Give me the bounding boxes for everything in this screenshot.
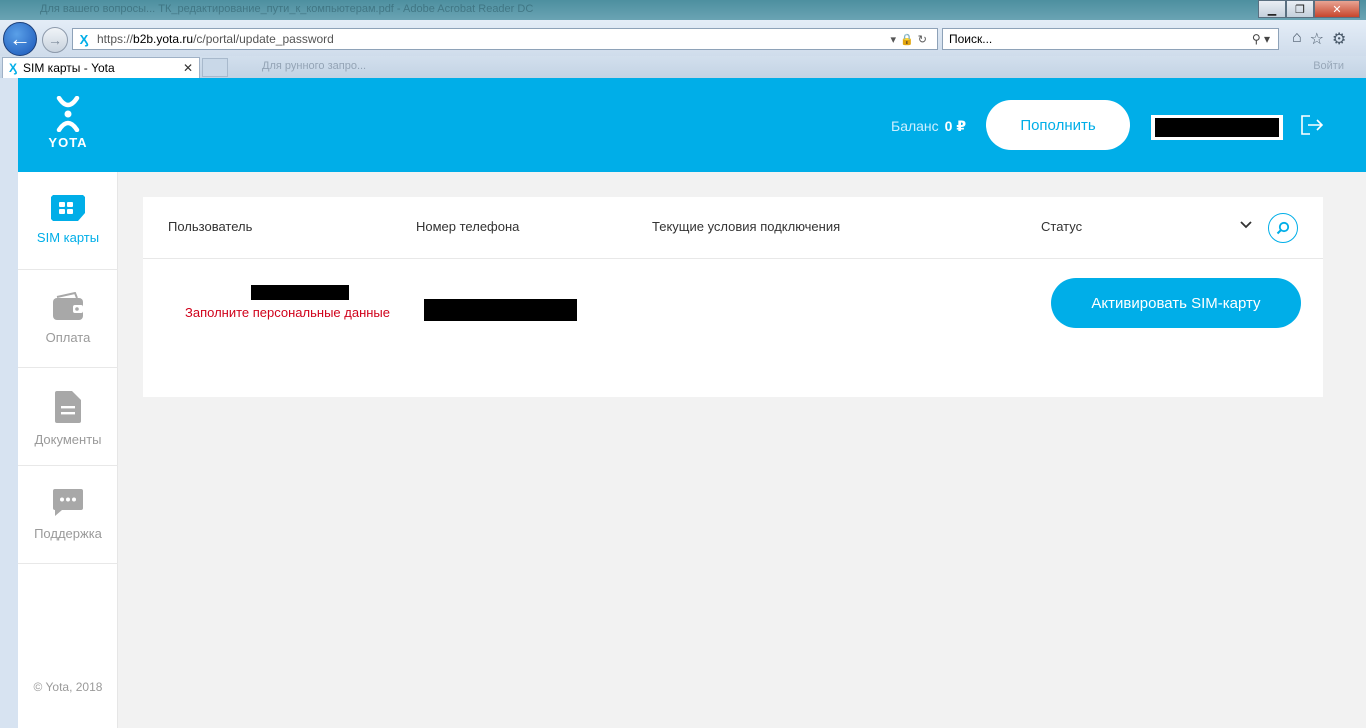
logout-icon[interactable] xyxy=(1300,114,1324,136)
sidebar-item-label: Поддержка xyxy=(34,526,102,541)
restore-button[interactable]: ❐ xyxy=(1286,0,1314,18)
table-header: Пользователь Номер телефона Текущие усло… xyxy=(143,197,1323,259)
search-input[interactable]: Поиск... xyxy=(949,32,1252,46)
sidebar-item-label: Документы xyxy=(34,432,102,447)
search-icon xyxy=(1276,221,1290,235)
tab-label: SIM карты - Yota xyxy=(23,61,115,75)
sidebar: SIM карты Оплата Документы Поддержка © Y… xyxy=(18,172,118,728)
dropdown-icon: ▾ xyxy=(890,33,901,46)
yota-logo[interactable]: YOTA xyxy=(48,96,88,150)
yota-logo-icon xyxy=(56,96,80,132)
column-status: Статус xyxy=(1041,219,1083,234)
fill-personal-data-link[interactable]: Заполните персональные данные xyxy=(185,305,390,320)
sim-table-card: Пользователь Номер телефона Текущие усло… xyxy=(143,197,1323,397)
window-titlebar: Для вашего вопросы... ТК_редактирование_… xyxy=(0,0,1366,20)
background-right-label: Войти xyxy=(1313,60,1344,72)
activate-sim-button[interactable]: Активировать SIM-карту xyxy=(1051,278,1301,328)
favorites-star-icon[interactable]: ☆ xyxy=(1310,29,1324,49)
balance-value: 0 ₽ xyxy=(944,118,967,134)
window-title: Для вашего вопросы... ТК_редактирование_… xyxy=(40,3,534,15)
topup-button[interactable]: Пополнить xyxy=(986,100,1130,150)
table-search-button[interactable] xyxy=(1268,213,1298,243)
document-icon xyxy=(55,391,81,423)
site-favicon-icon: Ӽ xyxy=(79,31,89,47)
lock-icon: 🔒 xyxy=(900,33,918,46)
refresh-icon: ↻ xyxy=(917,33,931,46)
page: YOTA Баланс 0 ₽ Пополнить SIM карты Опла… xyxy=(18,78,1366,728)
browser-toolbar-icons: ⌂ ☆ ⚙ xyxy=(1292,29,1346,49)
wallet-icon xyxy=(53,292,83,320)
redacted-username xyxy=(1155,118,1279,137)
redacted-user-name xyxy=(251,285,349,300)
minimize-button[interactable]: ▁ xyxy=(1258,0,1286,18)
redacted-phone-number xyxy=(424,299,577,321)
new-tab-button[interactable] xyxy=(202,58,228,77)
user-account-box[interactable] xyxy=(1151,115,1283,140)
page-header: YOTA Баланс 0 ₽ Пополнить xyxy=(18,78,1366,172)
tab-sim-cards[interactable]: Ӽ SIM карты - Yota ✕ xyxy=(2,57,200,78)
chat-icon xyxy=(53,489,83,516)
browser-navbar: ← → Ӽ https://b2b.yota.ru/c/portal/updat… xyxy=(0,20,1366,56)
column-conditions: Текущие условия подключения xyxy=(652,219,841,234)
balance: Баланс 0 ₽ xyxy=(891,118,966,135)
search-icon[interactable]: ⚲ ▾ xyxy=(1252,32,1270,46)
sidebar-item-label: Оплата xyxy=(45,330,91,345)
column-phone: Номер телефона xyxy=(416,219,520,234)
settings-gear-icon[interactable]: ⚙ xyxy=(1332,29,1346,49)
copyright: © Yota, 2018 xyxy=(33,680,103,694)
close-window-button[interactable]: ✕ xyxy=(1314,0,1360,18)
sidebar-item-payment[interactable]: Оплата xyxy=(18,270,118,368)
balance-label: Баланс xyxy=(891,118,939,134)
sidebar-item-sim-cards[interactable]: SIM карты xyxy=(18,172,118,270)
forward-button[interactable]: → xyxy=(42,27,68,53)
back-arrow-icon: ← xyxy=(9,26,31,51)
column-user: Пользователь xyxy=(168,219,253,234)
tab-favicon-icon: Ӽ xyxy=(9,61,18,75)
address-tools[interactable]: ▾🔒↻ xyxy=(891,33,931,46)
url-text[interactable]: https://b2b.yota.ru/c/portal/update_pass… xyxy=(97,32,891,46)
browser-search-bar[interactable]: Поиск... ⚲ ▾ xyxy=(942,28,1279,50)
sim-card-icon xyxy=(51,195,85,221)
background-tab-label: Для рунного запро... xyxy=(262,60,367,72)
sidebar-item-support[interactable]: Поддержка xyxy=(18,466,118,564)
chevron-down-icon[interactable] xyxy=(1239,217,1253,231)
window-controls: ▁ ❐ ✕ xyxy=(1258,0,1360,18)
sidebar-item-documents[interactable]: Документы xyxy=(18,368,118,466)
tab-bar: Ӽ SIM карты - Yota ✕ Для рунного запро..… xyxy=(0,56,1366,78)
logo-text: YOTA xyxy=(48,135,88,150)
home-icon[interactable]: ⌂ xyxy=(1292,29,1302,49)
sidebar-item-label: SIM карты xyxy=(36,230,100,245)
close-tab-icon[interactable]: ✕ xyxy=(183,61,193,75)
back-button[interactable]: ← xyxy=(3,22,37,56)
address-bar[interactable]: Ӽ https://b2b.yota.ru/c/portal/update_pa… xyxy=(72,28,938,50)
forward-arrow-icon: → xyxy=(48,32,62,48)
